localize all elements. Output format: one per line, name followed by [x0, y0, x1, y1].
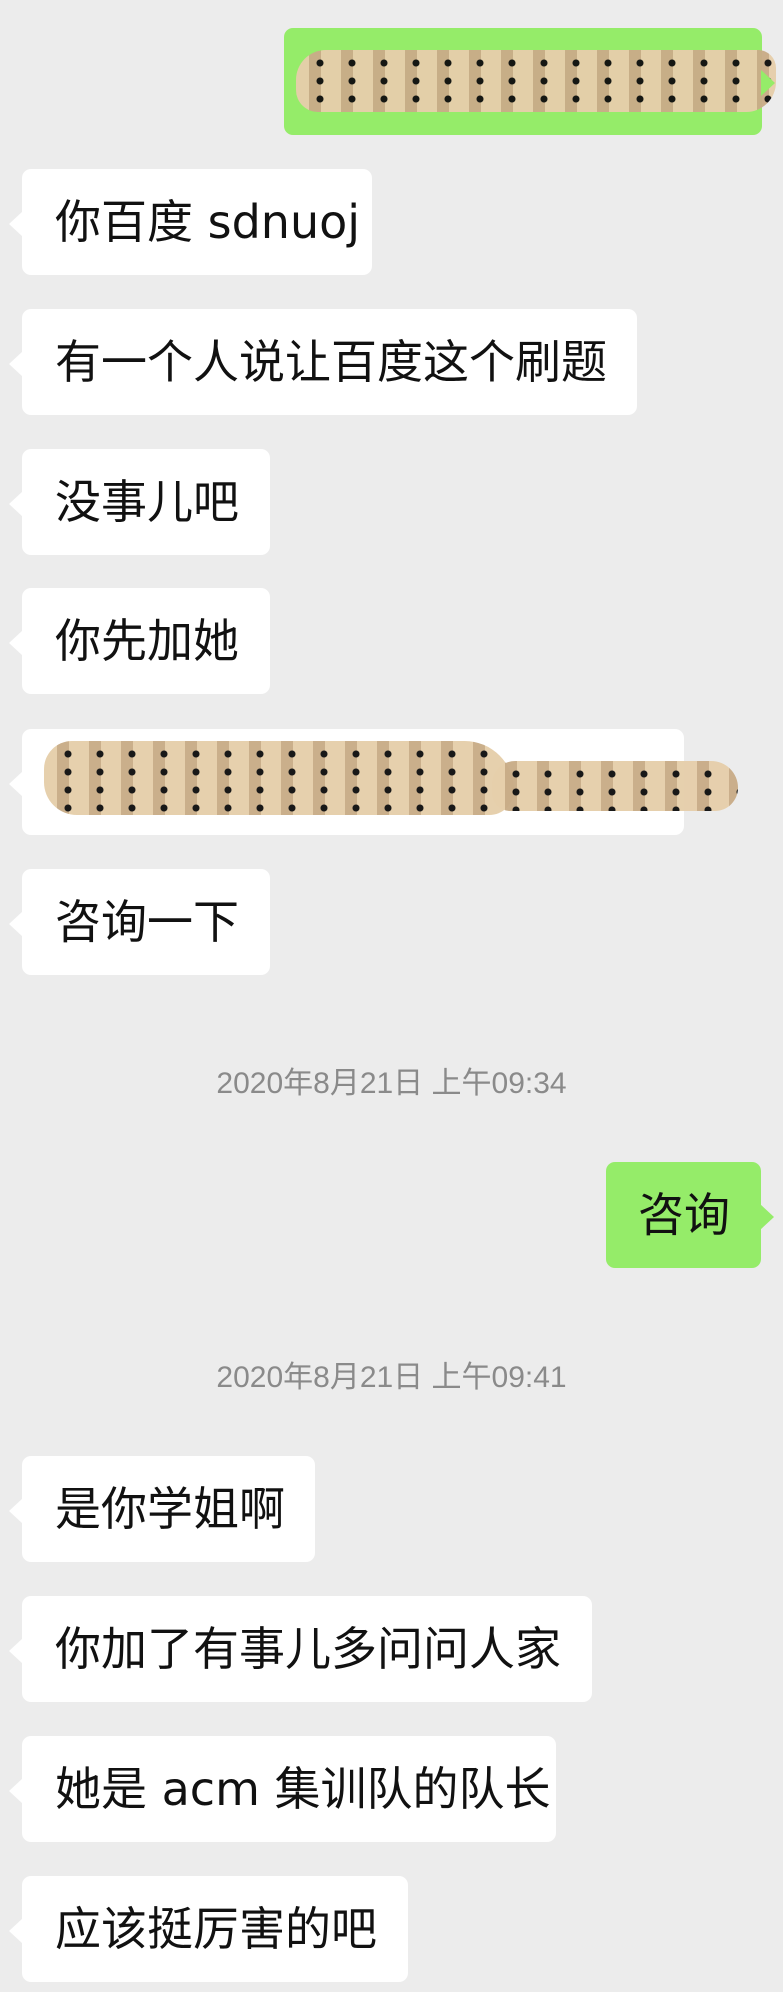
message-text: 咨询 [638, 1188, 730, 1242]
message-text: 没事儿吧 [55, 475, 239, 529]
incoming-message[interactable]: 咨询一下 [9, 869, 270, 975]
incoming-message[interactable]: 她是 acm 集训队的队长 [9, 1736, 556, 1842]
incoming-message-redacted[interactable] [9, 729, 738, 835]
incoming-message[interactable]: 没事儿吧 [9, 449, 270, 555]
chat-history[interactable]: 你百度 sdnuoj 有一个人说让百度这个刷题 没事儿吧 你先加她 咨询一下 2… [0, 0, 783, 1992]
message-text: 你加了有事儿多问问人家 [55, 1622, 561, 1676]
incoming-message[interactable]: 有一个人说让百度这个刷题 [9, 309, 637, 415]
timestamp: 2020年8月21日 上午09:41 [216, 1361, 567, 1394]
message-text: 咨询一下 [55, 895, 239, 949]
message-text: 你百度 sdnuoj [55, 195, 361, 249]
incoming-message[interactable]: 你百度 sdnuoj [9, 169, 372, 275]
incoming-message[interactable]: 应该挺厉害的吧 [9, 1876, 408, 1982]
incoming-message[interactable]: 你先加她 [9, 588, 270, 694]
incoming-message[interactable]: 你加了有事儿多问问人家 [9, 1596, 592, 1702]
message-text: 你先加她 [55, 614, 239, 668]
message-text: 有一个人说让百度这个刷题 [55, 335, 607, 389]
redaction-scribble [44, 741, 514, 815]
incoming-message[interactable]: 是你学姐啊 [9, 1456, 315, 1562]
redaction-scribble [296, 50, 776, 112]
message-text: 应该挺厉害的吧 [55, 1902, 377, 1956]
outgoing-message-redacted[interactable] [284, 28, 776, 135]
redaction-scribble [492, 761, 738, 811]
timestamp: 2020年8月21日 上午09:34 [216, 1067, 567, 1100]
message-text: 是你学姐啊 [55, 1482, 285, 1536]
outgoing-message[interactable]: 咨询 [606, 1162, 774, 1268]
message-text: 她是 acm 集训队的队长 [55, 1762, 551, 1816]
